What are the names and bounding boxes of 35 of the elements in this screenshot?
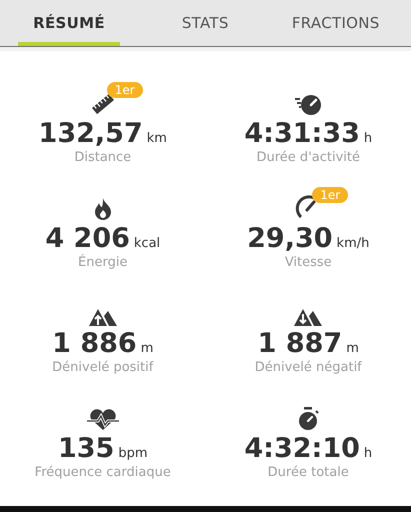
tab[interactable]: STATS: [140, 0, 270, 46]
metric-value: 1 887: [258, 328, 342, 360]
rank-badge: 1er: [312, 186, 348, 203]
metric-unit: h: [364, 130, 372, 146]
metric-label: Énergie: [78, 254, 128, 270]
metric-value: 4:32:10: [244, 432, 360, 465]
metric-value: 4:31:33: [244, 118, 360, 150]
metric-unit: h: [364, 446, 372, 461]
metric-value: 1 886: [52, 328, 137, 360]
metric-value: 4 206: [45, 222, 130, 254]
metric-label: Vitesse: [284, 254, 332, 270]
metric-label: Dénivelé négatif: [254, 360, 362, 375]
mountain-up-icon: [88, 308, 117, 326]
metric-label: Durée totale: [268, 464, 349, 480]
metric-unit: kcal: [134, 236, 160, 251]
tab[interactable]: FRACTIONS: [270, 0, 401, 46]
heart-rate-icon: [86, 408, 120, 431]
metric-value: 135: [58, 432, 114, 465]
rank-badge: 1er: [106, 82, 143, 98]
metric-value: 132,57: [38, 118, 143, 150]
metric-unit: bpm: [118, 446, 148, 461]
stopwatch-icon: [297, 406, 320, 431]
mountain-down-icon: [294, 308, 322, 326]
flame-icon: [92, 196, 113, 221]
metric-label: Fréquence cardiaque: [34, 464, 171, 480]
metric-unit: m: [140, 340, 154, 356]
metric-label: Distance: [74, 150, 132, 165]
metric-label: Durée d'activité: [256, 150, 360, 165]
metric-unit: km/h: [336, 236, 370, 251]
tab[interactable]: RÉSUMÉ: [18, 0, 120, 46]
metric-label: Dénivelé positif: [52, 360, 154, 375]
metric-value: 29,30: [247, 222, 333, 255]
speedometer-icon: [294, 94, 322, 116]
metric-unit: km: [146, 130, 167, 146]
metric-unit: m: [346, 340, 359, 356]
